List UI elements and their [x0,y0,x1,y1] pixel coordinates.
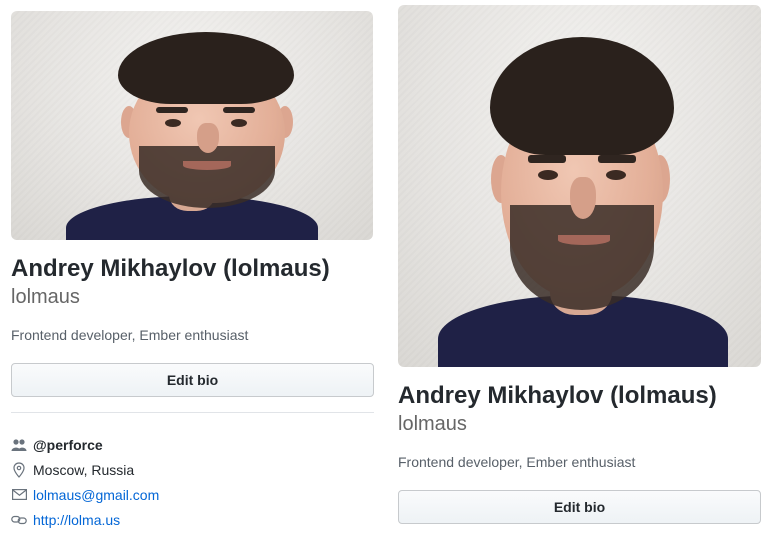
avatar-eye [606,170,626,180]
edit-bio-button-right[interactable]: Edit bio [398,490,761,524]
profile-fullname-left: Andrey Mikhaylov (lolmaus) [11,255,330,282]
location-text: Moscow, Russia [33,461,135,478]
avatar-eye [538,170,558,180]
profile-avatar-right[interactable] [398,5,761,367]
avatar-eye [165,119,181,127]
mail-icon [11,487,27,503]
email-link[interactable]: lolmaus@gmail.com [33,487,159,503]
people-icon [11,437,27,453]
avatar-nose [570,177,596,219]
profile-fullname-right: Andrey Mikhaylov (lolmaus) [398,382,717,409]
divider [11,412,374,413]
detail-email: lolmaus@gmail.com [11,482,371,507]
profile-bio-left: Frontend developer, Ember enthusiast [11,327,249,343]
profile-bio-right: Frontend developer, Ember enthusiast [398,454,636,470]
avatar-mouth [558,235,610,245]
edit-bio-button-left[interactable]: Edit bio [11,363,374,397]
website-link[interactable]: http://lolma.us [33,512,120,528]
detail-organization: @perforce [11,432,371,457]
profile-avatar-left[interactable] [11,11,373,240]
avatar-brow [528,155,566,163]
detail-location: Moscow, Russia [11,457,371,482]
avatar-brow [598,155,636,163]
avatar-brow [156,107,188,113]
organization-link[interactable]: @perforce [33,437,103,453]
avatar-eye [231,119,247,127]
avatar-brow [223,107,255,113]
profile-username-left: lolmaus [11,286,80,308]
link-icon [11,512,27,528]
location-pin-icon [11,461,27,478]
detail-website: http://lolma.us [11,507,371,532]
profile-details-list: @perforce Moscow, Russia lolmaus@gmail.c… [11,432,371,532]
avatar-nose [197,123,219,153]
avatar-mouth [183,161,231,170]
profile-username-right: lolmaus [398,413,467,435]
